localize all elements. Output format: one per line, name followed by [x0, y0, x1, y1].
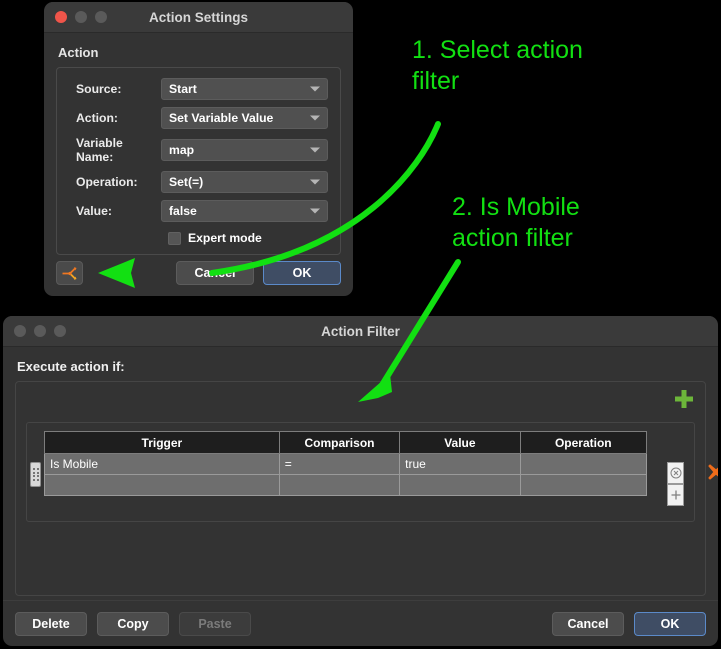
field-row-value: Value: false: [69, 200, 328, 222]
action-filter-button[interactable]: [56, 261, 83, 285]
delete-button[interactable]: Delete: [15, 611, 87, 636]
cancel-button[interactable]: Cancel: [552, 611, 624, 636]
ok-button[interactable]: OK: [263, 261, 341, 285]
cell-value[interactable]: true: [399, 453, 521, 475]
column-header-operation[interactable]: Operation: [519, 431, 648, 454]
cell-operation[interactable]: [519, 453, 648, 475]
filter-table-container: Trigger Comparison Value Operation Is Mo…: [26, 422, 718, 522]
field-row-source: Source: Start: [69, 78, 328, 100]
maximize-button[interactable]: [54, 325, 66, 337]
operation-value: Set(=): [169, 175, 204, 189]
chevron-down-icon: [310, 179, 320, 185]
action-filter-body: Execute action if: Trigger Comparison Va…: [3, 347, 718, 599]
field-row-variable-name: Variable Name: map: [69, 136, 328, 164]
row-drag-handle[interactable]: [30, 462, 41, 487]
clear-row-button[interactable]: [667, 462, 684, 484]
window-controls: [3, 325, 66, 337]
close-button[interactable]: [14, 325, 26, 337]
expert-mode-label: Expert mode: [188, 231, 262, 245]
operation-label: Operation:: [76, 175, 138, 189]
grip-dot: [36, 468, 39, 471]
cell-comparison[interactable]: =: [278, 453, 401, 475]
grip-dot: [33, 475, 35, 478]
circle-x-icon: [670, 467, 681, 479]
grip-dot: [33, 468, 35, 471]
chevron-down-icon: [310, 147, 320, 153]
cell-trigger[interactable]: Is Mobile: [44, 453, 280, 475]
action-filter-window: Action Filter Execute action if: Trigger…: [3, 316, 718, 646]
column-header-value[interactable]: Value: [399, 431, 521, 454]
add-condition-plus-icon[interactable]: [673, 388, 695, 410]
grip-dot: [33, 471, 35, 474]
variable-name-dropdown[interactable]: map: [161, 139, 328, 161]
grip-dot: [36, 471, 39, 474]
variable-name-label: Variable Name:: [76, 136, 123, 164]
action-filter-title: Action Filter: [321, 323, 400, 339]
execute-action-if-label: Execute action if:: [17, 359, 125, 374]
table-row[interactable]: [44, 474, 648, 496]
desktop-screen: Action Settings Action Source: Start Act…: [0, 0, 721, 649]
grip-dot: [33, 478, 35, 481]
action-filter-footer: Delete Copy Paste Cancel OK: [3, 600, 718, 646]
action-group-label: Action: [58, 45, 99, 60]
cancel-button[interactable]: Cancel: [176, 261, 254, 285]
annotation-step-1: 1. Select action filter: [412, 36, 583, 95]
copy-button[interactable]: Copy: [97, 611, 169, 636]
action-filter-icon: [62, 266, 77, 280]
action-filter-titlebar[interactable]: Action Filter: [3, 316, 718, 347]
value-value: false: [169, 204, 197, 218]
operation-dropdown[interactable]: Set(=): [161, 171, 328, 193]
action-dropdown[interactable]: Set Variable Value: [161, 107, 328, 129]
cell-trigger[interactable]: [44, 474, 280, 496]
filter-conditions-table: Trigger Comparison Value Operation Is Mo…: [44, 431, 648, 496]
cell-value[interactable]: [399, 474, 521, 496]
close-button[interactable]: [55, 11, 67, 23]
plus-icon: [671, 490, 680, 500]
chevron-down-icon: [310, 86, 320, 92]
action-fields-group: Source: Start Action: Set Variable Value…: [56, 67, 341, 255]
column-header-comparison[interactable]: Comparison: [278, 431, 401, 454]
source-dropdown[interactable]: Start: [161, 78, 328, 100]
field-row-operation: Operation: Set(=): [69, 171, 328, 193]
action-settings-window: Action Settings Action Source: Start Act…: [44, 2, 353, 296]
paste-button: Paste: [179, 611, 251, 636]
minimize-button[interactable]: [34, 325, 46, 337]
action-settings-footer: Cancel OK: [44, 250, 353, 296]
minimize-button[interactable]: [75, 11, 87, 23]
conditions-panel: Trigger Comparison Value Operation Is Mo…: [15, 381, 718, 596]
column-header-trigger[interactable]: Trigger: [44, 431, 280, 454]
ok-button[interactable]: OK: [634, 611, 706, 636]
field-row-action: Action: Set Variable Value: [69, 107, 328, 129]
delete-condition-x-icon[interactable]: [707, 463, 718, 481]
action-settings-body: Action Source: Start Action: Set Variabl…: [44, 33, 353, 255]
annotation-step-2: 2. Is Mobile action filter: [452, 193, 580, 252]
action-settings-titlebar[interactable]: Action Settings: [44, 2, 353, 33]
maximize-button[interactable]: [95, 11, 107, 23]
variable-name-value: map: [169, 143, 195, 157]
source-value: Start: [169, 82, 197, 96]
table-row[interactable]: Is Mobile = true: [44, 453, 648, 475]
value-dropdown[interactable]: false: [161, 200, 328, 222]
grip-dot: [36, 475, 39, 478]
window-controls: [44, 11, 107, 23]
expert-mode-checkbox[interactable]: [168, 231, 181, 245]
add-row-button[interactable]: [667, 484, 684, 506]
cell-comparison[interactable]: [278, 474, 401, 496]
chevron-down-icon: [310, 208, 320, 214]
grip-dot: [36, 478, 39, 481]
value-label: Value:: [76, 204, 112, 218]
action-label: Action:: [76, 111, 118, 125]
chevron-down-icon: [310, 115, 320, 121]
action-value: Set Variable Value: [169, 111, 274, 125]
table-header-row: Trigger Comparison Value Operation: [44, 431, 648, 454]
expert-mode-row[interactable]: Expert mode: [69, 231, 328, 245]
source-label: Source:: [76, 82, 122, 96]
cell-operation[interactable]: [519, 474, 648, 496]
